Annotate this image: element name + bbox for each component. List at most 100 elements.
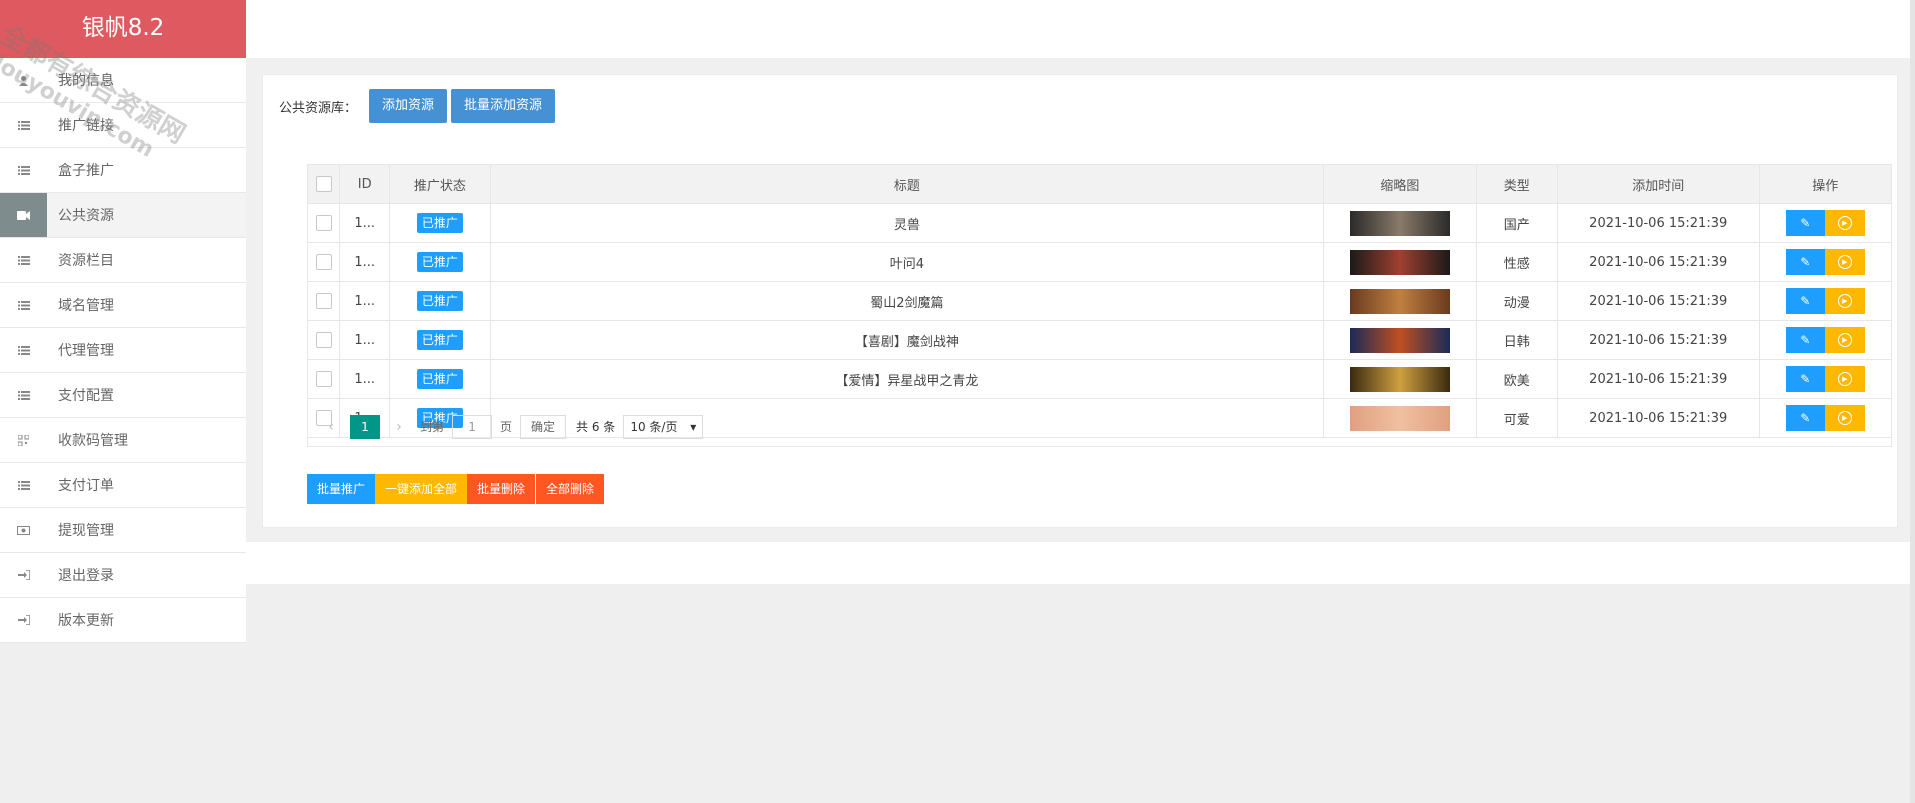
delete-all-button[interactable]: 全部删除 <box>536 474 605 504</box>
page-button-current[interactable]: 1 <box>350 414 380 439</box>
play-button[interactable]: ▶ <box>1824 249 1865 275</box>
sidebar-item-label: 版本更新 <box>58 613 114 629</box>
page-size-select[interactable]: 10 条/页 ▾ <box>623 414 704 439</box>
row-select-cell <box>306 203 341 243</box>
row-checkbox[interactable] <box>315 371 332 387</box>
sidebar-item-label: 支付配置 <box>58 388 114 404</box>
table-row: 1... 已推广 【喜剧】魔剑战神 日韩 2021-10-06 15:21:39… <box>306 320 1893 360</box>
footer-strip <box>246 542 1910 584</box>
row-select-cell <box>306 359 341 399</box>
sidebar-item-agent[interactable]: 代理管理 <box>0 328 246 373</box>
table-body: 1... 已推广 灵兽 国产 2021-10-06 15:21:39 ✎ ▶ 1.… <box>306 203 1893 438</box>
list-icon <box>0 238 47 282</box>
cell-thumbnail <box>1323 320 1477 360</box>
sidebar-item-label: 盒子推广 <box>58 163 114 179</box>
row-checkbox[interactable] <box>315 332 332 348</box>
pencil-icon: ✎ <box>1800 294 1811 308</box>
sidebar-item-withdraw[interactable]: 提现管理 <box>0 508 246 553</box>
sidebar-item-my-info[interactable]: 我的信息 <box>0 58 246 103</box>
select-all-checkbox[interactable] <box>315 176 332 192</box>
table-row: 1... 已推广 灵兽 国产 2021-10-06 15:21:39 ✎ ▶ <box>306 203 1893 243</box>
cell-thumbnail <box>1323 281 1477 321</box>
batch-promote-button[interactable]: 批量推广 <box>307 474 376 504</box>
page-unit-label: 页 <box>500 420 513 434</box>
toolbar: 公共资源库： 添加资源 批量添加资源 <box>279 89 559 123</box>
status-badge: 已推广 <box>416 330 463 350</box>
play-button[interactable]: ▶ <box>1824 288 1865 314</box>
cell-id: 1... <box>339 320 391 360</box>
cell-id: 1... <box>339 281 391 321</box>
sidebar-item-label: 公共资源 <box>58 208 114 224</box>
cell-thumbnail <box>1323 359 1477 399</box>
table-header-row: ID 推广状态 标题 缩略图 类型 添加时间 操作 <box>306 164 1893 204</box>
pencil-icon: ✎ <box>1800 333 1811 347</box>
cell-type: 欧美 <box>1475 359 1558 399</box>
goto-confirm-button[interactable]: 确定 <box>520 414 567 439</box>
edit-button[interactable]: ✎ <box>1785 288 1825 314</box>
thumbnail-image <box>1349 327 1450 353</box>
sidebar-item-label: 我的信息 <box>58 73 114 89</box>
list-icon <box>0 328 47 372</box>
sidebar-item-box-promo[interactable]: 盒子推广 <box>0 148 246 193</box>
column-header-time: 添加时间 <box>1556 164 1760 204</box>
status-badge: 已推广 <box>416 213 463 233</box>
cell-time: 2021-10-06 15:21:39 <box>1556 320 1760 360</box>
sign-in-icon <box>0 553 47 597</box>
row-checkbox[interactable] <box>315 254 332 270</box>
list-icon <box>0 148 47 192</box>
row-select-cell <box>306 320 341 360</box>
cell-status: 已推广 <box>389 281 491 321</box>
add-all-button[interactable]: 一键添加全部 <box>375 474 468 504</box>
sidebar-item-version-update[interactable]: 版本更新 <box>0 598 246 643</box>
edit-button[interactable]: ✎ <box>1785 327 1825 353</box>
sidebar-item-domain[interactable]: 域名管理 <box>0 283 246 328</box>
row-select-cell <box>306 242 341 282</box>
sidebar-item-label: 资源栏目 <box>58 253 114 269</box>
edit-button[interactable]: ✎ <box>1785 210 1825 236</box>
play-icon: ▶ <box>1837 294 1852 308</box>
sidebar-item-promo-link[interactable]: 推广链接 <box>0 103 246 148</box>
sidebar-item-payment-config[interactable]: 支付配置 <box>0 373 246 418</box>
sidebar-item-logout[interactable]: 退出登录 <box>0 553 246 598</box>
thumbnail-image <box>1349 210 1450 236</box>
play-icon: ▶ <box>1837 372 1852 386</box>
scrollbar[interactable] <box>1910 0 1915 803</box>
batch-delete-button[interactable]: 批量删除 <box>467 474 536 504</box>
cell-title: 灵兽 <box>489 203 1325 243</box>
list-icon <box>0 373 47 417</box>
list-icon <box>0 463 47 507</box>
video-camera-icon <box>0 193 47 237</box>
edit-button[interactable]: ✎ <box>1785 249 1825 275</box>
play-button[interactable]: ▶ <box>1824 327 1865 353</box>
sidebar-item-public-resources[interactable]: 公共资源 <box>0 193 246 238</box>
edit-button[interactable]: ✎ <box>1785 366 1825 392</box>
next-page-icon[interactable]: › <box>384 419 414 435</box>
sidebar-item-resource-category[interactable]: 资源栏目 <box>0 238 246 283</box>
main-content: 公共资源库： 添加资源 批量添加资源 ID 推广状态 标题 缩略图 类型 添加时… <box>246 58 1910 542</box>
select-all-cell <box>306 164 341 204</box>
cell-title: 叶问4 <box>489 242 1325 282</box>
cell-id: 1... <box>339 242 391 282</box>
play-button[interactable]: ▶ <box>1824 210 1865 236</box>
row-select-cell <box>306 281 341 321</box>
cell-type: 日韩 <box>1475 320 1558 360</box>
cell-status: 已推广 <box>389 203 491 243</box>
cell-status: 已推广 <box>389 359 491 399</box>
cell-type: 国产 <box>1475 203 1558 243</box>
app-logo-title: 银帆8.2 <box>0 0 246 58</box>
add-resource-button[interactable]: 添加资源 <box>369 89 448 123</box>
play-button[interactable]: ▶ <box>1824 366 1865 392</box>
cell-actions: ✎ ▶ <box>1758 281 1893 321</box>
sidebar-item-qrcode[interactable]: 收款码管理 <box>0 418 246 463</box>
row-checkbox[interactable] <box>315 215 332 231</box>
goto-page-input[interactable]: 1 <box>452 414 493 439</box>
resource-panel: 公共资源库： 添加资源 批量添加资源 ID 推广状态 标题 缩略图 类型 添加时… <box>262 74 1898 528</box>
prev-page-icon[interactable]: ‹ <box>316 419 346 435</box>
cell-type: 动漫 <box>1475 281 1558 321</box>
sidebar-item-label: 提现管理 <box>58 523 114 539</box>
batch-add-resource-button[interactable]: 批量添加资源 <box>451 89 556 123</box>
row-checkbox[interactable] <box>315 293 332 309</box>
cell-actions: ✎ ▶ <box>1758 359 1893 399</box>
cell-title: 蜀山2剑魔篇 <box>489 281 1325 321</box>
sidebar-item-payment-orders[interactable]: 支付订单 <box>0 463 246 508</box>
